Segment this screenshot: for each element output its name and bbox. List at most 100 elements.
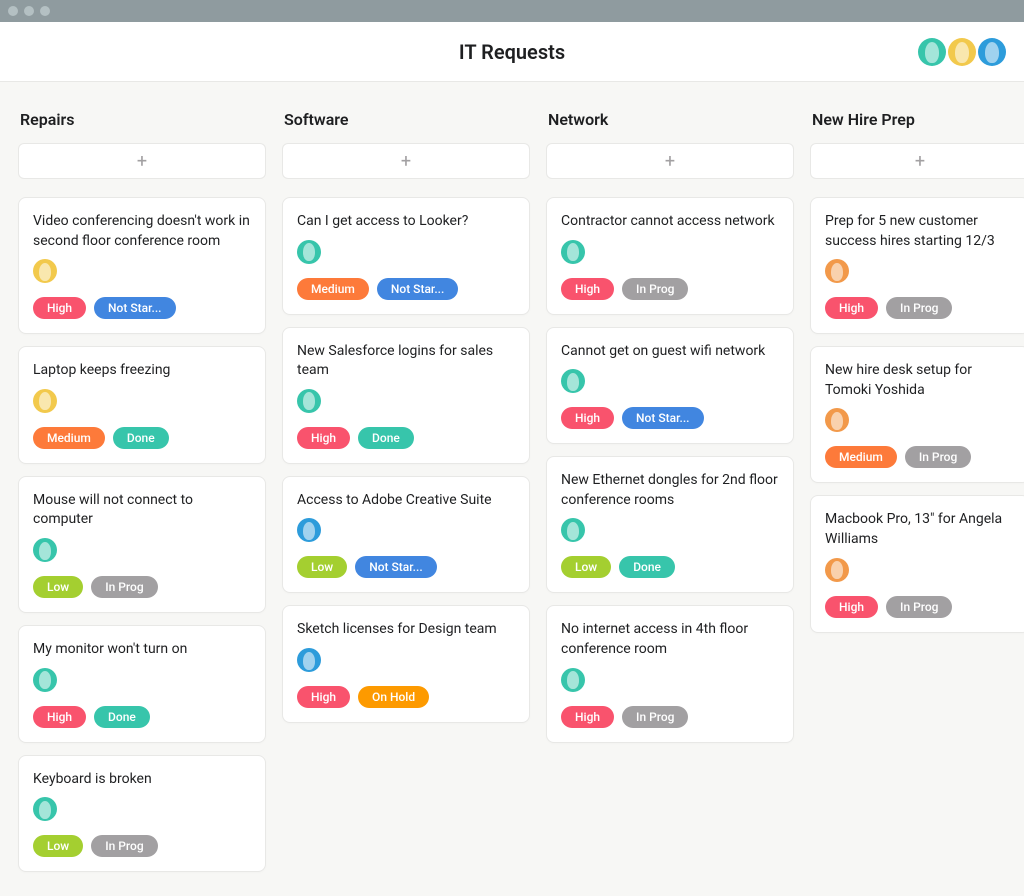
task-card[interactable]: My monitor won't turn on HighDone: [18, 625, 266, 743]
assignee-avatar[interactable]: [561, 240, 585, 264]
card-title: New Ethernet dongles for 2nd floor confe…: [561, 471, 779, 510]
task-card[interactable]: Access to Adobe Creative SuiteLowNot Sta…: [282, 476, 530, 594]
assignee-row: [33, 259, 251, 287]
assignee-avatar[interactable]: [33, 538, 57, 562]
assignee-avatar[interactable]: [297, 648, 321, 672]
card-tags: MediumDone: [33, 427, 251, 449]
assignee-avatar[interactable]: [33, 797, 57, 821]
status-pill: Done: [358, 427, 414, 449]
column: New Hire Prep+Prep for 5 new customer su…: [810, 106, 1024, 633]
assignee-row: [297, 240, 515, 268]
window-zoom-dot[interactable]: [40, 6, 50, 16]
card-tags: HighIn Prog: [561, 706, 779, 728]
task-card[interactable]: Sketch licenses for Design team HighOn Ho…: [282, 605, 530, 723]
priority-pill: Low: [33, 835, 83, 857]
card-tags: MediumIn Prog: [825, 446, 1015, 468]
status-pill: In Prog: [91, 835, 157, 857]
add-card-button[interactable]: +: [282, 143, 530, 179]
assignee-avatar[interactable]: [825, 259, 849, 283]
member-avatar[interactable]: [918, 38, 946, 66]
card-tags: Medium Not Star...: [297, 278, 515, 300]
card-title: Video conferencing doesn't work in secon…: [33, 212, 251, 251]
column: Repairs + Video conferencing doesn't work …: [18, 106, 266, 872]
task-card[interactable]: New hire desk setup for Tomoki Yoshida Me…: [810, 346, 1024, 483]
assignee-avatar[interactable]: [297, 518, 321, 542]
column-title: Repairs: [18, 106, 266, 135]
task-card[interactable]: Laptop keeps freezingMediumDone: [18, 346, 266, 464]
cards-container: Prep for 5 new customer success hires st…: [810, 197, 1024, 633]
card-title: Sketch licenses for Design team: [297, 620, 515, 640]
task-card[interactable]: Can I get access to Looker? Medium Not Sta…: [282, 197, 530, 315]
assignee-avatar[interactable]: [561, 369, 585, 393]
task-card[interactable]: Contractor cannot access network HighIn P…: [546, 197, 794, 315]
task-card[interactable]: Prep for 5 new customer success hires st…: [810, 197, 1024, 334]
priority-pill: Low: [297, 556, 347, 578]
task-card[interactable]: Video conferencing doesn't work in secon…: [18, 197, 266, 334]
assignee-row: [561, 369, 779, 397]
assignee-avatar[interactable]: [297, 240, 321, 264]
assignee-row: [561, 668, 779, 696]
priority-pill: High: [561, 278, 614, 300]
card-title: Access to Adobe Creative Suite: [297, 491, 515, 511]
card-title: My monitor won't turn on: [33, 640, 251, 660]
task-card[interactable]: No internet access in 4th floor conferen…: [546, 605, 794, 742]
cards-container: Contractor cannot access networkHighIn P…: [546, 197, 794, 743]
assignee-row: [33, 797, 251, 825]
add-card-button[interactable]: +: [18, 143, 266, 179]
task-card[interactable]: Keyboard is brokenLowIn Prog: [18, 755, 266, 873]
card-tags: HighIn Prog: [825, 297, 1015, 319]
assignee-row: [825, 259, 1015, 287]
status-pill: Not Star...: [94, 297, 175, 319]
card-title: New Salesforce logins for sales team: [297, 342, 515, 381]
status-pill: Not Star...: [377, 278, 458, 300]
column: Software+Can I get access to Looker?Medi…: [282, 106, 530, 723]
window-close-dot[interactable]: [8, 6, 18, 16]
status-pill: In Prog: [622, 706, 688, 728]
member-avatar[interactable]: [978, 38, 1006, 66]
task-card[interactable]: New Ethernet dongles for 2nd floor confe…: [546, 456, 794, 593]
assignee-avatar[interactable]: [33, 389, 57, 413]
assignee-avatar[interactable]: [561, 668, 585, 692]
add-card-button[interactable]: +: [810, 143, 1024, 179]
assignee-row: [297, 389, 515, 417]
task-card[interactable]: Macbook Pro, 13" for Angela WilliamsHigh…: [810, 495, 1024, 632]
member-avatar[interactable]: [948, 38, 976, 66]
task-card[interactable]: New Salesforce logins for sales teamHigh…: [282, 327, 530, 464]
status-pill: In Prog: [886, 596, 952, 618]
cards-container: Video conferencing doesn't work in secon…: [18, 197, 266, 872]
priority-pill: High: [297, 686, 350, 708]
card-title: Macbook Pro, 13" for Angela Williams: [825, 510, 1015, 549]
assignee-row: [561, 240, 779, 268]
assignee-row: [33, 389, 251, 417]
assignee-row: [297, 518, 515, 546]
card-title: Prep for 5 new customer success hires st…: [825, 212, 1015, 251]
window-minimize-dot[interactable]: [24, 6, 34, 16]
assignee-row: [825, 408, 1015, 436]
card-title: Can I get access to Looker?: [297, 212, 515, 232]
card-tags: Low In Prog: [33, 835, 251, 857]
assignee-avatar[interactable]: [825, 408, 849, 432]
assignee-row: [825, 558, 1015, 586]
status-pill: In Prog: [91, 576, 157, 598]
card-title: Contractor cannot access network: [561, 212, 779, 232]
add-card-button[interactable]: +: [546, 143, 794, 179]
assignee-avatar[interactable]: [33, 668, 57, 692]
card-tags: HighDone: [33, 706, 251, 728]
status-pill: Done: [619, 556, 675, 578]
assignee-row: [33, 538, 251, 566]
assignee-avatar[interactable]: [297, 389, 321, 413]
assignee-avatar[interactable]: [561, 518, 585, 542]
assignee-avatar[interactable]: [33, 259, 57, 283]
card-title: New hire desk setup for Tomoki Yoshida: [825, 361, 1015, 400]
card-tags: HighIn Prog: [561, 278, 779, 300]
task-card[interactable]: Mouse will not connect to computerLowIn …: [18, 476, 266, 613]
priority-pill: High: [33, 706, 86, 728]
task-card[interactable]: Cannot get on guest wifi networkHighNot …: [546, 327, 794, 445]
priority-pill: Medium: [297, 278, 369, 300]
card-tags: HighOn Hold: [297, 686, 515, 708]
priority-pill: High: [825, 297, 878, 319]
priority-pill: High: [561, 407, 614, 429]
plus-icon: +: [401, 151, 411, 172]
priority-pill: High: [33, 297, 86, 319]
assignee-avatar[interactable]: [825, 558, 849, 582]
